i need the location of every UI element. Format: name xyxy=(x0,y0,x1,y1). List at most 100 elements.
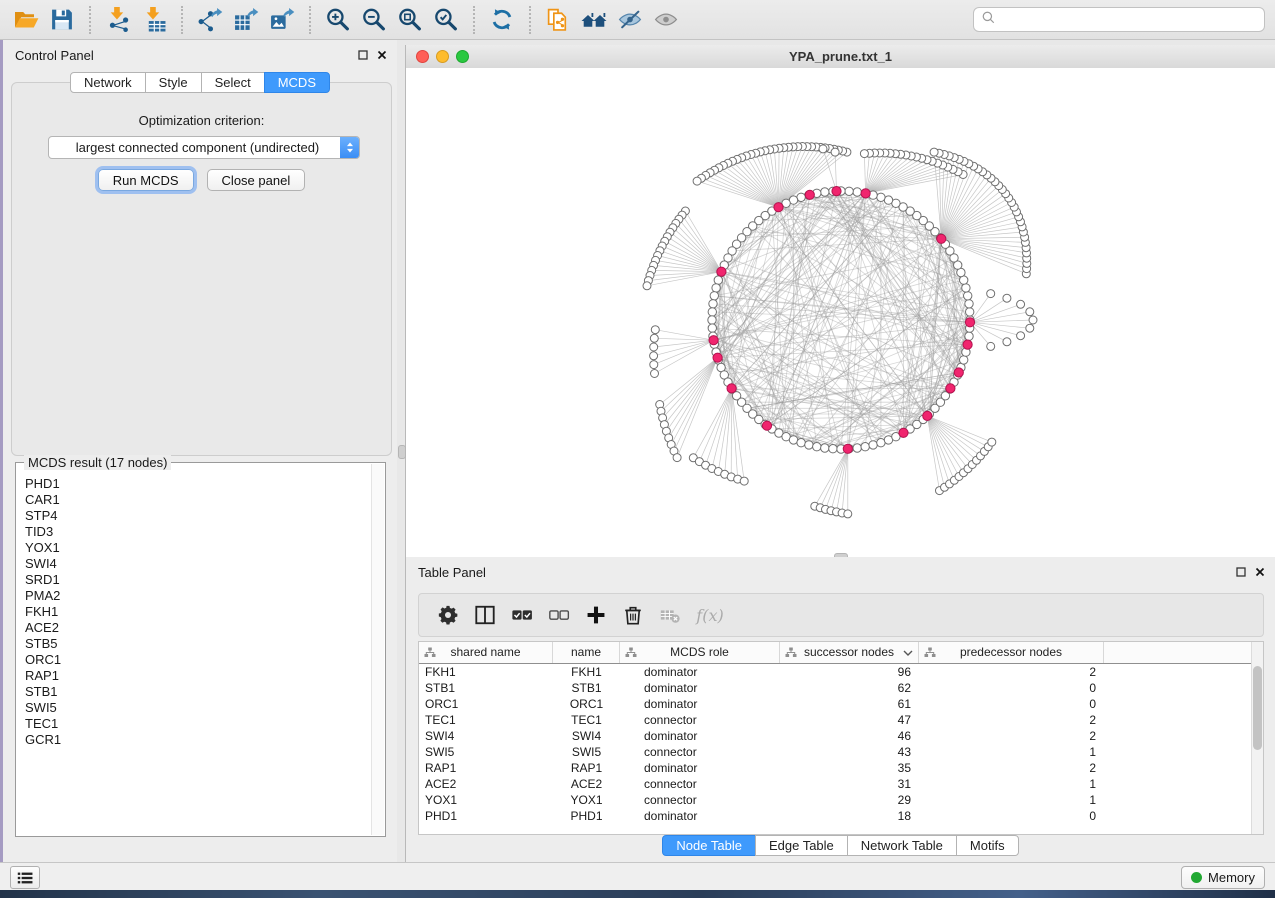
zoom-out-icon[interactable] xyxy=(356,4,392,36)
graph-node[interactable] xyxy=(831,148,839,156)
table-cell[interactable]: dominator xyxy=(620,728,780,744)
graph-node[interactable] xyxy=(844,510,852,518)
table-cell[interactable]: 31 xyxy=(780,776,919,792)
graph-mcds-node[interactable] xyxy=(899,428,908,437)
table-scrollbar[interactable] xyxy=(1251,642,1263,834)
table-cell[interactable]: 35 xyxy=(780,760,919,776)
zoom-fit-icon[interactable] xyxy=(392,4,428,36)
export-image-icon[interactable] xyxy=(264,4,300,36)
graph-node[interactable] xyxy=(650,361,658,369)
table-cell[interactable]: 43 xyxy=(780,744,919,760)
vertical-scrollbar-handle[interactable] xyxy=(398,445,406,459)
table-row[interactable]: ACE2ACE2connector311 xyxy=(419,776,1263,792)
gear-icon[interactable] xyxy=(429,597,466,633)
mcds-result-item[interactable]: PHD1 xyxy=(25,476,372,492)
table-cell[interactable]: STB1 xyxy=(419,680,553,696)
table-cell[interactable]: ACE2 xyxy=(419,776,553,792)
graph-node[interactable] xyxy=(805,441,813,449)
network-canvas[interactable] xyxy=(406,68,1275,557)
table-cell[interactable]: SWI4 xyxy=(419,728,553,744)
table-cell[interactable]: TEC1 xyxy=(553,712,620,728)
run-mcds-button[interactable]: Run MCDS xyxy=(98,169,194,191)
graph-mcds-node[interactable] xyxy=(709,336,718,345)
mcds-result-item[interactable]: PMA2 xyxy=(25,588,372,604)
mcds-result-list[interactable]: PHD1CAR1STP4TID3YOX1SWI4SRD1PMA2FKH1ACE2… xyxy=(17,472,372,835)
graph-node[interactable] xyxy=(829,445,837,453)
graph-node[interactable] xyxy=(987,342,995,350)
table-cell[interactable]: 18 xyxy=(780,808,919,824)
table-cell[interactable]: 47 xyxy=(780,712,919,728)
mcds-result-item[interactable]: TEC1 xyxy=(25,716,372,732)
graph-node[interactable] xyxy=(693,177,701,185)
float-icon[interactable] xyxy=(1235,566,1247,578)
graph-node[interactable] xyxy=(845,187,853,195)
table-cell[interactable]: ORC1 xyxy=(419,696,553,712)
graph-mcds-node[interactable] xyxy=(843,444,852,453)
table-cell[interactable]: 2 xyxy=(919,760,1104,776)
graph-node[interactable] xyxy=(960,356,968,364)
table-cell[interactable]: 2 xyxy=(919,728,1104,744)
table-cell[interactable]: 61 xyxy=(780,696,919,712)
graph-node[interactable] xyxy=(930,148,938,156)
table-cell[interactable]: dominator xyxy=(620,664,780,680)
mcds-result-item[interactable]: STB1 xyxy=(25,684,372,700)
graph-mcds-node[interactable] xyxy=(713,353,722,362)
graph-mcds-node[interactable] xyxy=(832,187,841,196)
table-row[interactable]: YOX1YOX1connector291 xyxy=(419,792,1263,808)
graph-mcds-node[interactable] xyxy=(923,411,932,420)
column-header-shared-name[interactable]: shared name xyxy=(419,642,553,663)
mcds-result-item[interactable]: GCR1 xyxy=(25,732,372,748)
mcds-result-item[interactable]: TID3 xyxy=(25,524,372,540)
graph-node[interactable] xyxy=(740,477,748,485)
graph-node[interactable] xyxy=(708,324,716,332)
table-cell[interactable]: dominator xyxy=(620,760,780,776)
graph-node[interactable] xyxy=(708,308,716,316)
graph-node[interactable] xyxy=(853,188,861,196)
table-cell[interactable]: FKH1 xyxy=(553,664,620,680)
graph-node[interactable] xyxy=(965,300,973,308)
graph-node[interactable] xyxy=(1017,332,1025,340)
table-row[interactable]: STB1STB1dominator620 xyxy=(419,680,1263,696)
table-cell[interactable]: connector xyxy=(620,744,780,760)
graph-node[interactable] xyxy=(643,282,651,290)
graph-node[interactable] xyxy=(1026,324,1034,332)
table-row[interactable]: PHD1PHD1dominator180 xyxy=(419,808,1263,824)
mcds-result-item[interactable]: RAP1 xyxy=(25,668,372,684)
graph-node[interactable] xyxy=(673,454,681,462)
mcds-result-item[interactable]: STB5 xyxy=(25,636,372,652)
table-cell[interactable]: connector xyxy=(620,792,780,808)
graph-node[interactable] xyxy=(962,284,970,292)
table-cell[interactable]: dominator xyxy=(620,696,780,712)
graph-node[interactable] xyxy=(709,300,717,308)
table-cell[interactable]: 1 xyxy=(919,776,1104,792)
graph-node[interactable] xyxy=(710,292,718,300)
graph-mcds-node[interactable] xyxy=(965,318,974,327)
table-cell[interactable]: SWI4 xyxy=(553,728,620,744)
export-network-icon[interactable] xyxy=(192,4,228,36)
table-cell[interactable]: 96 xyxy=(780,664,919,680)
mcds-result-item[interactable]: ORC1 xyxy=(25,652,372,668)
table-cell[interactable]: RAP1 xyxy=(419,760,553,776)
table-cell[interactable]: connector xyxy=(620,776,780,792)
table-cell[interactable]: PHD1 xyxy=(553,808,620,824)
network-graph[interactable] xyxy=(406,68,1275,557)
graph-node[interactable] xyxy=(651,326,659,334)
graph-node[interactable] xyxy=(712,284,720,292)
tab-mcds[interactable]: MCDS xyxy=(264,72,330,93)
table-cell[interactable]: 2 xyxy=(919,664,1104,680)
tab-motifs[interactable]: Motifs xyxy=(956,835,1019,856)
mcds-result-item[interactable]: SRD1 xyxy=(25,572,372,588)
graph-mcds-node[interactable] xyxy=(946,384,955,393)
tab-select[interactable]: Select xyxy=(201,72,265,93)
list-icon[interactable] xyxy=(10,866,40,889)
columns-icon[interactable] xyxy=(466,597,503,633)
close-icon[interactable] xyxy=(1254,566,1266,578)
graph-node[interactable] xyxy=(1026,308,1034,316)
table-row[interactable]: TEC1TEC1connector472 xyxy=(419,712,1263,728)
mcds-result-item[interactable]: FKH1 xyxy=(25,604,372,620)
graph-node[interactable] xyxy=(708,316,716,324)
table-cell[interactable]: SWI5 xyxy=(553,744,620,760)
table-cell[interactable]: RAP1 xyxy=(553,760,620,776)
graph-mcds-node[interactable] xyxy=(727,384,736,393)
table-cell[interactable]: 0 xyxy=(919,808,1104,824)
